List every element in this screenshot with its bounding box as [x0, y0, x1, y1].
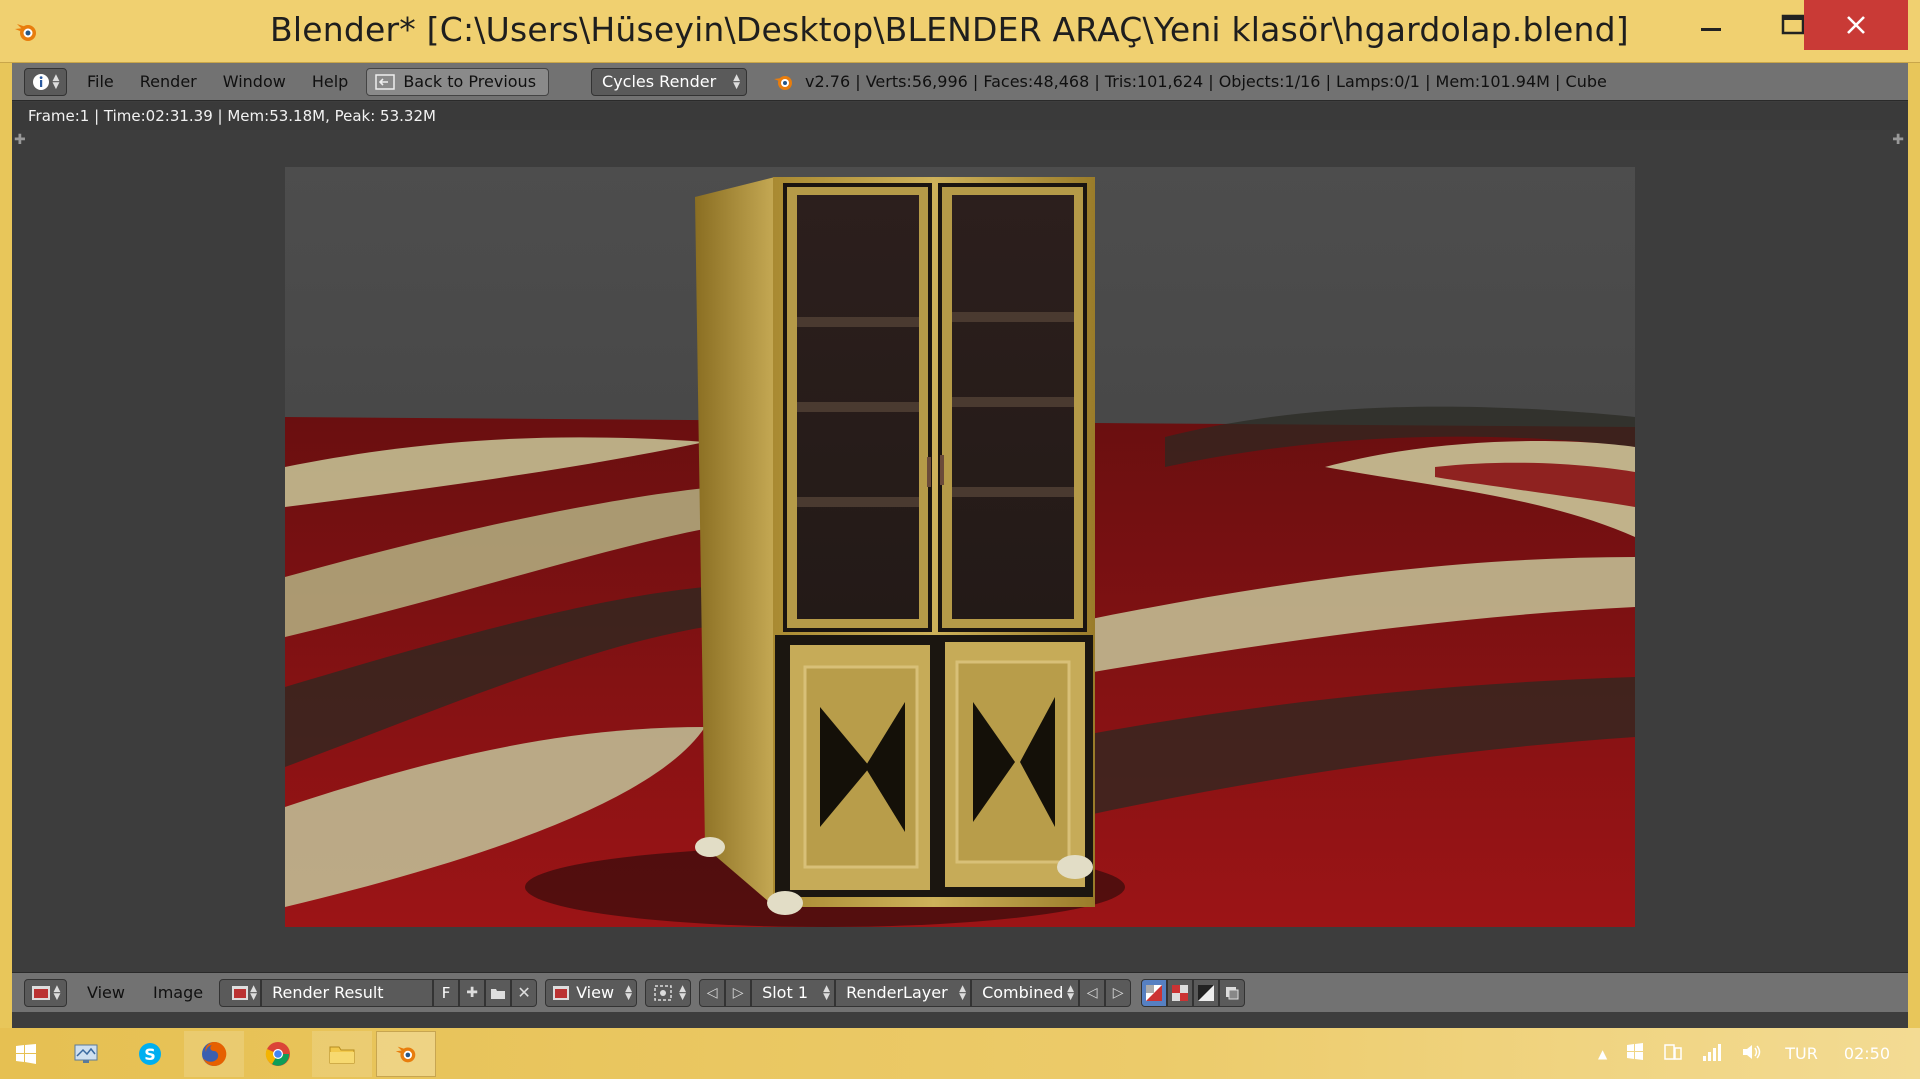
- taskbar-blender[interactable]: [376, 1030, 436, 1077]
- folder-icon: [329, 1046, 355, 1063]
- pass-label: Combined: [982, 983, 1064, 1002]
- minimize-icon: [1701, 28, 1721, 31]
- prev-icon: ◁: [706, 984, 718, 1001]
- title-bar[interactable]: Blender* [C:\Users\Hüseyin\Desktop\BLEND…: [0, 0, 1920, 63]
- open-image-button[interactable]: [485, 978, 512, 1007]
- alpha-icon: [1146, 984, 1163, 1001]
- taskbar-file-explorer[interactable]: [312, 1030, 372, 1077]
- clock[interactable]: 02:50: [1844, 1044, 1890, 1063]
- chrome-icon: [265, 1041, 290, 1066]
- flag-icon[interactable]: [1625, 1042, 1645, 1066]
- fake-user-button[interactable]: F: [433, 978, 460, 1007]
- next-slot-button[interactable]: ▷: [725, 978, 752, 1007]
- menu-help[interactable]: Help: [312, 72, 348, 91]
- taskbar-desktop-app[interactable]: [56, 1031, 116, 1077]
- network-icon[interactable]: [1701, 1042, 1723, 1066]
- render-result-image: [285, 167, 1635, 927]
- taskbar-chrome[interactable]: [248, 1031, 308, 1077]
- image-icon: [232, 985, 249, 1000]
- next-pass-button[interactable]: ▷: [1105, 978, 1132, 1007]
- pass-dropdown[interactable]: Combined ▲ ▼: [971, 978, 1080, 1007]
- menu-window[interactable]: Window: [223, 72, 286, 91]
- next-icon: ▷: [1112, 984, 1124, 1001]
- next-icon: ▷: [732, 984, 744, 1001]
- render-engine-label: Cycles Render: [602, 72, 717, 91]
- back-to-previous-button[interactable]: Back to Previous: [366, 67, 550, 96]
- desktop-icon: [74, 1044, 98, 1063]
- area-split-corner-icon[interactable]: ✚: [1892, 132, 1904, 148]
- info-editor-type-button[interactable]: ▲ ▼: [24, 67, 67, 96]
- render-layer-label: RenderLayer: [846, 983, 948, 1002]
- minimize-button[interactable]: [1670, 0, 1752, 50]
- open-image-icon: [491, 988, 506, 999]
- zoom-icon: [654, 984, 672, 1001]
- taskbar: S ▲ TUR 02:50: [0, 1028, 1920, 1079]
- image-editor-viewport[interactable]: ✚ ✚: [12, 130, 1908, 972]
- image-browse-button[interactable]: ▲ ▼: [219, 978, 262, 1007]
- prev-icon: ◁: [1086, 984, 1098, 1001]
- draw-color-alpha-button[interactable]: [1141, 978, 1168, 1007]
- firefox-icon: [202, 1041, 227, 1066]
- menu-view[interactable]: View: [87, 983, 125, 1002]
- skype-icon: S: [139, 1042, 161, 1065]
- blender-frame: ▲ ▼ File Render Window Help Back to Previ…: [12, 63, 1908, 1028]
- prev-pass-button[interactable]: ◁: [1079, 978, 1106, 1007]
- menu-file[interactable]: File: [87, 72, 114, 91]
- unlink-icon: ✕: [517, 983, 531, 1002]
- curve-icon: [1198, 984, 1215, 1001]
- zoom-dropdown[interactable]: ▲ ▼: [645, 978, 692, 1007]
- image-editor-header: ▲ ▼ View Image ▲ ▼ Render Result F ✚ ✕ V…: [12, 972, 1908, 1012]
- render-layer-dropdown[interactable]: RenderLayer ▲ ▼: [835, 978, 972, 1007]
- render-status: Frame:1 | Time:02:31.39 | Mem:53.18M, Pe…: [12, 102, 1908, 130]
- slot-dropdown[interactable]: Slot 1 ▲ ▼: [751, 978, 836, 1007]
- draw-alpha-button[interactable]: [1167, 978, 1194, 1007]
- unlink-image-button[interactable]: ✕: [511, 978, 538, 1007]
- back-icon: [375, 73, 396, 90]
- info-icon: [32, 73, 49, 90]
- checker-icon: [1172, 984, 1189, 1001]
- blender-icon: [395, 1046, 416, 1062]
- dropdown-arrows-icon: ▲ ▼: [733, 72, 741, 91]
- info-header: ▲ ▼ File Render Window Help Back to Previ…: [12, 63, 1908, 101]
- draw-z-button[interactable]: [1193, 978, 1220, 1007]
- prev-slot-button[interactable]: ◁: [699, 978, 726, 1007]
- blender-window: Blender* [C:\Users\Hüseyin\Desktop\BLEND…: [0, 0, 1920, 1028]
- close-icon: [1847, 16, 1865, 34]
- window-title: Blender* [C:\Users\Hüseyin\Desktop\BLEND…: [270, 10, 1629, 49]
- image-editor-icon: [31, 985, 50, 1000]
- image-name-label: Render Result: [272, 983, 384, 1002]
- pin-image-button[interactable]: [1219, 978, 1246, 1007]
- menu-render[interactable]: Render: [140, 72, 197, 91]
- render-image-svg: [285, 167, 1635, 927]
- devices-icon[interactable]: [1663, 1042, 1683, 1066]
- svg-text:S: S: [144, 1045, 156, 1064]
- image-editor-type-button[interactable]: ▲ ▼: [24, 978, 67, 1007]
- scene-stats: v2.76 | Verts:56,996 | Faces:48,468 | Tr…: [805, 72, 1607, 91]
- blender-logo-icon: [774, 75, 793, 90]
- windows-icon: [16, 1043, 36, 1064]
- slot-label: Slot 1: [762, 983, 809, 1002]
- clone-icon: [1226, 986, 1239, 999]
- new-image-icon: ✚: [466, 984, 478, 1001]
- new-image-button[interactable]: ✚: [459, 978, 486, 1007]
- close-button[interactable]: [1804, 0, 1908, 50]
- back-to-previous-label: Back to Previous: [403, 72, 537, 91]
- language-indicator[interactable]: TUR: [1785, 1044, 1818, 1063]
- menu-image[interactable]: Image: [153, 983, 203, 1002]
- view-mode-label: View: [576, 983, 615, 1002]
- area-split-corner-icon[interactable]: ✚: [14, 132, 26, 148]
- taskbar-skype[interactable]: S: [120, 1031, 180, 1077]
- fake-user-label: F: [441, 983, 451, 1002]
- bottom-strip: [12, 1012, 1908, 1028]
- image-name-field[interactable]: Render Result: [261, 978, 434, 1007]
- taskbar-firefox[interactable]: [184, 1030, 244, 1077]
- start-button[interactable]: [0, 1031, 52, 1077]
- maximize-icon: [1781, 14, 1805, 35]
- volume-icon[interactable]: [1741, 1042, 1763, 1066]
- tray-up-icon[interactable]: ▲: [1598, 1047, 1607, 1061]
- system-tray: ▲ TUR 02:50: [1598, 1028, 1920, 1079]
- view-icon: [553, 985, 570, 1000]
- render-engine-dropdown[interactable]: Cycles Render ▲ ▼: [591, 67, 748, 96]
- view-mode-dropdown[interactable]: View ▲ ▼: [545, 978, 638, 1007]
